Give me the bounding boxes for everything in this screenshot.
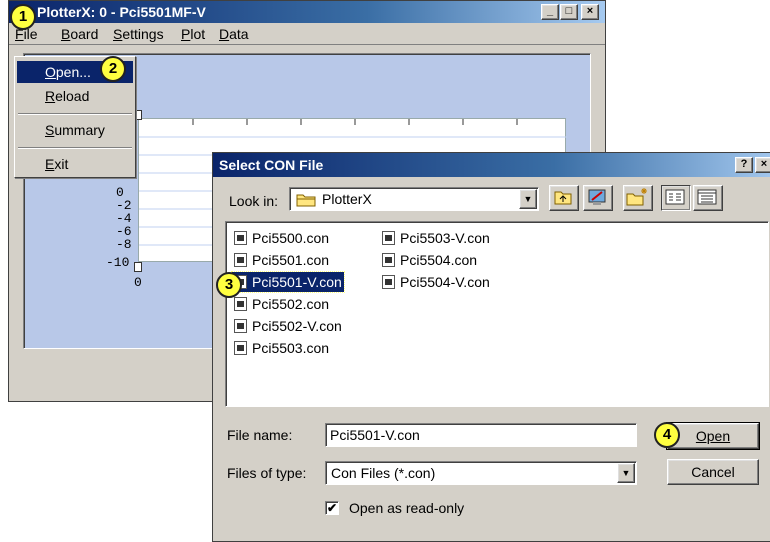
look-in-combobox[interactable]: PlotterX ▼ bbox=[289, 187, 539, 211]
desktop-button[interactable] bbox=[583, 185, 613, 211]
file-item[interactable]: Pci5503-V.con bbox=[380, 228, 490, 248]
main-window-title: PlotterX: 0 - Pci5501MF-V bbox=[37, 4, 206, 20]
file-icon bbox=[382, 275, 395, 289]
look-in-value: PlotterX bbox=[322, 191, 372, 207]
dialog-title: Select CON File bbox=[219, 157, 324, 173]
menu-item-exit[interactable]: Exit bbox=[17, 153, 133, 175]
files-of-type-combobox[interactable]: Con Files (*.con) ▼ bbox=[325, 461, 637, 485]
step-callout-3: 3 bbox=[216, 272, 242, 298]
menu-settings[interactable]: Settings bbox=[113, 26, 164, 42]
menu-item-summary[interactable]: Summary bbox=[17, 119, 133, 141]
select-con-file-dialog: Select CON File ? × Look in: PlotterX ▼ bbox=[212, 152, 770, 542]
file-name-label: File name: bbox=[227, 427, 293, 443]
open-button-label: Open bbox=[695, 428, 731, 444]
details-view-button[interactable] bbox=[693, 185, 723, 211]
menu-item-reload[interactable]: Reload bbox=[17, 85, 133, 107]
file-icon bbox=[234, 253, 247, 267]
folder-icon bbox=[296, 194, 316, 207]
file-name: Pci5502.con bbox=[252, 296, 330, 312]
details-view-icon bbox=[697, 189, 717, 205]
menu-data[interactable]: Data bbox=[219, 26, 249, 42]
up-folder-button[interactable] bbox=[549, 185, 579, 211]
look-in-label: Look in: bbox=[229, 193, 279, 209]
chevron-down-icon[interactable]: ▼ bbox=[519, 189, 537, 209]
file-icon bbox=[234, 297, 247, 311]
file-item[interactable]: Pci5502-V.con bbox=[232, 316, 342, 336]
open-button[interactable]: Open bbox=[666, 422, 760, 450]
checkmark-icon: ✔ bbox=[326, 501, 338, 515]
file-item[interactable]: Pci5501.con bbox=[232, 250, 329, 270]
files-of-type-label: Files of type: bbox=[227, 465, 307, 481]
plot-bottom-marker bbox=[134, 262, 142, 272]
file-name: Pci5503.con bbox=[252, 340, 330, 356]
chevron-down-icon[interactable]: ▼ bbox=[617, 463, 635, 483]
menu-separator bbox=[18, 147, 132, 149]
desktop-icon bbox=[588, 189, 606, 205]
up-folder-icon bbox=[554, 191, 572, 205]
file-name: Pci5503-V.con bbox=[400, 230, 490, 246]
step-callout-4: 4 bbox=[654, 422, 680, 448]
new-folder-button[interactable] bbox=[623, 185, 653, 211]
step-callout-2: 2 bbox=[100, 56, 126, 82]
file-name: Pci5502-V.con bbox=[252, 318, 342, 334]
file-name: Pci5500.con bbox=[252, 230, 330, 246]
dialog-title-bar[interactable]: Select CON File ? × bbox=[213, 153, 770, 177]
x-tick-label: 0 bbox=[134, 275, 142, 290]
step-callout-1: 1 bbox=[10, 4, 36, 30]
help-button[interactable]: ? bbox=[735, 157, 753, 173]
new-folder-icon bbox=[626, 188, 647, 206]
menu-board[interactable]: Board bbox=[61, 26, 98, 42]
file-icon bbox=[234, 231, 247, 245]
file-icon bbox=[382, 253, 395, 267]
file-name-input[interactable] bbox=[325, 423, 637, 447]
y-tick-label: -8 bbox=[116, 237, 132, 252]
file-name: Pci5501-V.con bbox=[252, 274, 342, 290]
file-item-selected[interactable]: Pci5501-V.con bbox=[231, 271, 345, 293]
file-name: Pci5504.con bbox=[400, 252, 478, 268]
files-of-type-value: Con Files (*.con) bbox=[331, 465, 436, 481]
dialog-close-button[interactable]: × bbox=[755, 157, 770, 173]
file-list[interactable]: Pci5500.con Pci5501.con Pci5501-V.con Pc… bbox=[225, 221, 769, 407]
file-item[interactable]: Pci5503.con bbox=[232, 338, 329, 358]
file-item[interactable]: Pci5504.con bbox=[380, 250, 477, 270]
menu-plot[interactable]: Plot bbox=[181, 26, 205, 42]
file-icon bbox=[234, 319, 247, 333]
menu-bar: File Board Settings Plot Data bbox=[9, 23, 605, 45]
main-title-bar[interactable]: PlotterX: 0 - Pci5501MF-V _ □ × bbox=[9, 1, 605, 23]
file-item[interactable]: Pci5502.con bbox=[232, 294, 329, 314]
file-name: Pci5501.con bbox=[252, 252, 330, 268]
list-view-icon bbox=[665, 189, 685, 205]
read-only-label: Open as read-only bbox=[349, 500, 465, 516]
list-view-button[interactable] bbox=[661, 185, 691, 211]
cancel-button[interactable]: Cancel bbox=[667, 459, 759, 485]
minimize-button[interactable]: _ bbox=[541, 4, 559, 20]
file-icon bbox=[234, 341, 247, 355]
read-only-checkbox[interactable]: ✔ bbox=[325, 501, 339, 515]
maximize-button[interactable]: □ bbox=[560, 4, 578, 20]
file-item[interactable]: Pci5504-V.con bbox=[380, 272, 490, 292]
file-item[interactable]: Pci5500.con bbox=[232, 228, 329, 248]
file-icon bbox=[382, 231, 395, 245]
menu-separator bbox=[18, 113, 132, 115]
y-tick-label: -10 bbox=[106, 255, 130, 270]
file-name: Pci5504-V.con bbox=[400, 274, 490, 290]
close-button[interactable]: × bbox=[581, 4, 599, 20]
